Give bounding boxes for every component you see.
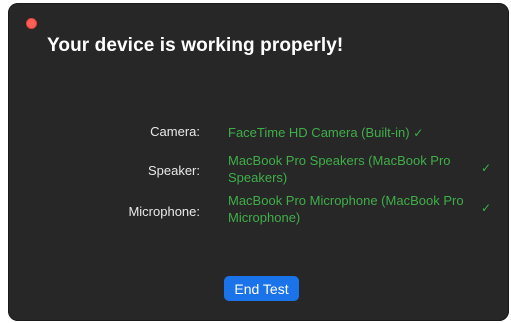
- checkmark-icon: ✓: [481, 161, 492, 175]
- end-test-button[interactable]: End Test: [224, 276, 299, 301]
- device-test-window: Your device is working properly! Camera:…: [8, 3, 509, 321]
- close-icon[interactable]: [26, 18, 37, 29]
- checkmark-icon: ✓: [481, 201, 492, 215]
- camera-value: FaceTime HD Camera (Built-in) ✓: [228, 125, 424, 140]
- microphone-value: MacBook Pro Microphone (MacBook Pro Micr…: [228, 193, 464, 225]
- checkmark-icon: ✓: [413, 126, 424, 140]
- microphone-label: Microphone:: [128, 204, 200, 219]
- speaker-label: Speaker:: [147, 163, 200, 178]
- camera-label: Camera:: [150, 124, 200, 139]
- page-title: Your device is working properly!: [47, 35, 344, 56]
- speaker-value: MacBook Pro Speakers (MacBook Pro Speake…: [228, 153, 451, 185]
